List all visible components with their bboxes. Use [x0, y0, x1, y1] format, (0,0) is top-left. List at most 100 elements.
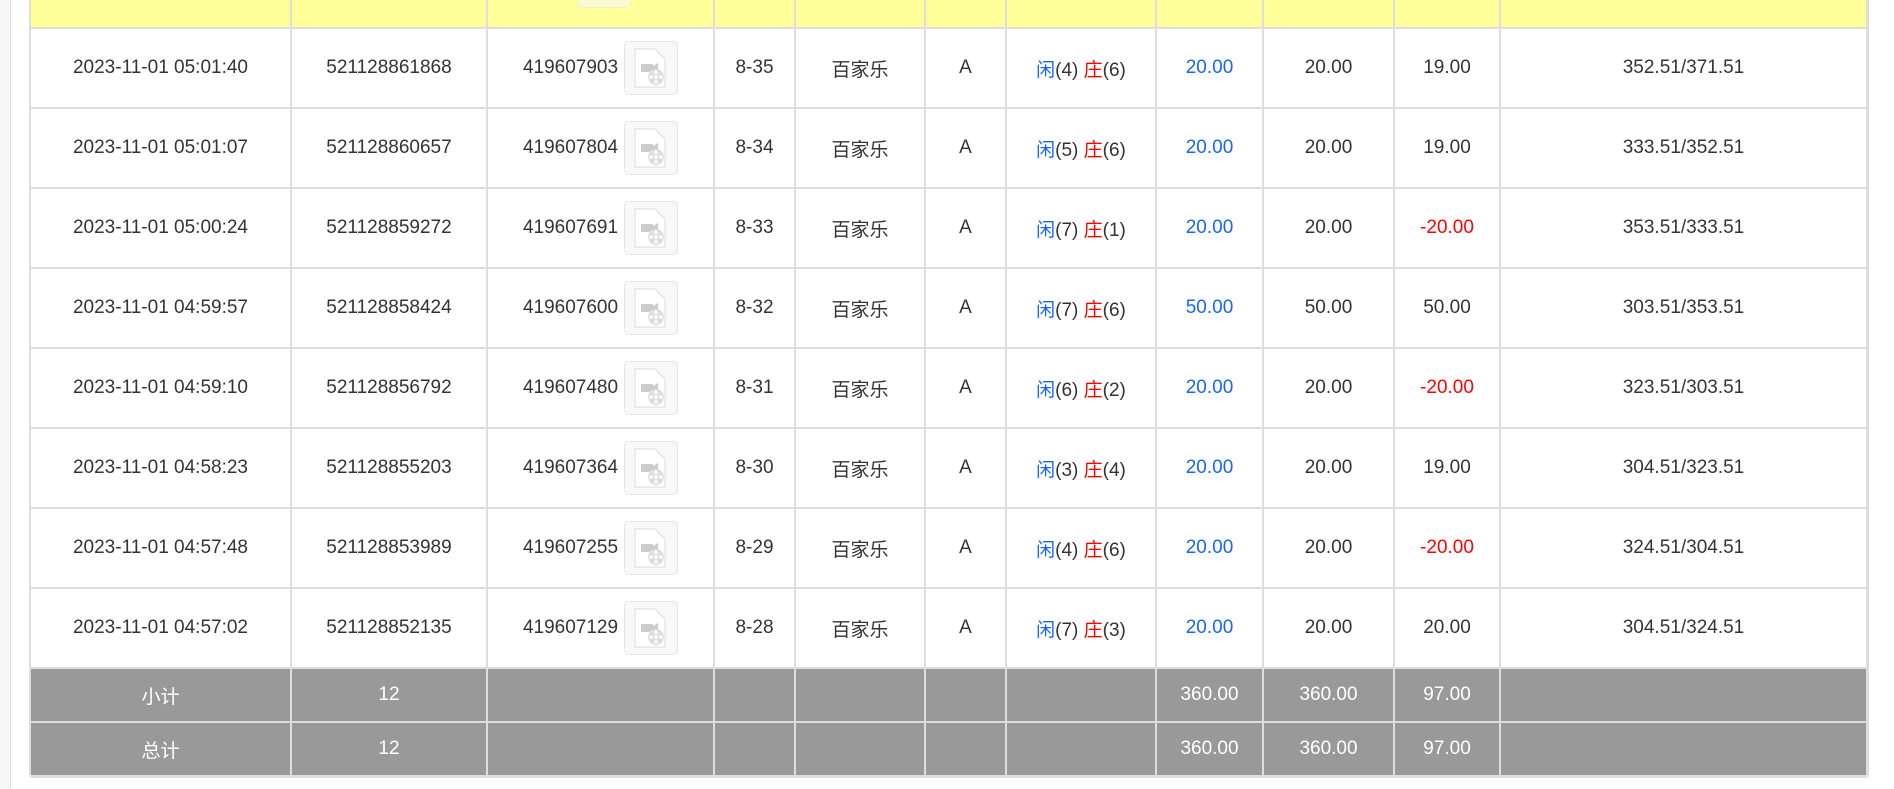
table-row: 2023-11-01 04:57:02 521128852135 4196071…: [29, 587, 1868, 669]
bet-time: 2023-11-01 05:01:40: [29, 27, 292, 109]
table-row: 2023-11-01 05:01:40 521128861868 4196079…: [29, 27, 1868, 109]
bet-records-table-container: 2023-11-01 05:01:40 521128861868 4196079…: [29, 0, 1869, 778]
banker-label: 庄: [1083, 59, 1103, 81]
bet-amount: 20.00: [1155, 587, 1264, 669]
result: 闲(3) 庄(4): [1005, 427, 1157, 509]
player-points: (7): [1055, 219, 1079, 241]
banker-label: 庄: [1083, 379, 1103, 401]
player-points: (4): [1055, 59, 1079, 81]
subtotal-valid: 360.00: [1262, 667, 1395, 723]
empty-cell: [1005, 667, 1157, 723]
balance-change: 333.51/352.51: [1499, 107, 1868, 189]
result: 闲(4) 庄(6): [1005, 507, 1157, 589]
player-points: (7): [1055, 619, 1079, 641]
video-replay-icon[interactable]: [624, 121, 679, 175]
bet-records-table: 2023-11-01 05:01:40 521128861868 4196079…: [29, 0, 1868, 777]
banker-label: 庄: [1083, 299, 1103, 321]
banker-points: (3): [1102, 619, 1126, 641]
game-name: 百家乐: [794, 507, 926, 589]
round-id-cell: 419607691: [486, 187, 715, 269]
bet-id: 521128853989: [290, 507, 488, 589]
banker-label: 庄: [1083, 539, 1103, 561]
game-name: 百家乐: [794, 187, 926, 269]
round-id-cell: 419607255: [486, 507, 715, 589]
total-valid: 360.00: [1262, 721, 1395, 777]
empty-cell: [794, 721, 926, 777]
empty-cell: [713, 667, 796, 723]
valid-bet: 20.00: [1262, 507, 1395, 589]
game-name: 百家乐: [794, 427, 926, 509]
game-name: 百家乐: [794, 347, 926, 429]
result: 闲(7) 庄(1): [1005, 187, 1157, 269]
shoe-round: 8-30: [713, 427, 796, 509]
video-replay-icon[interactable]: [624, 601, 679, 655]
bet-time: 2023-11-01 04:58:23: [29, 427, 292, 509]
subtotal-row: 小计 12 360.00 360.00 97.00: [29, 667, 1868, 723]
player-points: (6): [1055, 379, 1079, 401]
player-label: 闲: [1036, 379, 1056, 401]
round-id-cell: 419607480: [486, 347, 715, 429]
win-loss: -20.00: [1393, 187, 1501, 269]
table-name: A: [924, 187, 1007, 269]
empty-cell: [1499, 667, 1868, 723]
bet-id: 521128860657: [290, 107, 488, 189]
empty-cell: [713, 721, 796, 777]
balance-change: 324.51/304.51: [1499, 507, 1868, 589]
total-count: 12: [290, 721, 488, 777]
bet-id: 521128861868: [290, 27, 488, 109]
video-replay-icon[interactable]: [624, 281, 679, 335]
banker-points: (2): [1102, 379, 1126, 401]
highlighted-row-partial: [29, 0, 1868, 29]
balance-change: 323.51/303.51: [1499, 347, 1868, 429]
table-row: 2023-11-01 04:59:57 521128858424 4196076…: [29, 267, 1868, 349]
player-points: (5): [1055, 139, 1079, 161]
banker-points: (6): [1102, 139, 1126, 161]
bet-amount: 20.00: [1155, 27, 1264, 109]
empty-cell: [1005, 721, 1157, 777]
subtotal-bet: 360.00: [1155, 667, 1264, 723]
bet-time: 2023-11-01 04:59:10: [29, 347, 292, 429]
player-label: 闲: [1036, 59, 1056, 81]
shoe-round: 8-28: [713, 587, 796, 669]
empty-cell: [924, 721, 1007, 777]
bet-amount: 50.00: [1155, 267, 1264, 349]
shoe-round: 8-32: [713, 267, 796, 349]
round-id: 419607364: [522, 457, 619, 479]
bet-time: 2023-11-01 04:57:48: [29, 507, 292, 589]
table-name: A: [924, 427, 1007, 509]
banker-points: (6): [1102, 59, 1126, 81]
win-loss: -20.00: [1393, 347, 1501, 429]
round-id: 419607129: [522, 617, 619, 639]
video-replay-icon[interactable]: [624, 201, 679, 255]
video-replay-icon[interactable]: [576, 0, 631, 8]
video-replay-icon[interactable]: [624, 361, 679, 415]
total-label: 总计: [29, 721, 292, 777]
page-left-edge: [0, 0, 11, 789]
balance-change: 303.51/353.51: [1499, 267, 1868, 349]
table-row: 2023-11-01 05:00:24 521128859272 4196076…: [29, 187, 1868, 269]
video-replay-icon[interactable]: [624, 41, 679, 95]
video-replay-icon[interactable]: [624, 521, 679, 575]
round-id: 419607255: [522, 537, 619, 559]
bet-time: 2023-11-01 04:57:02: [29, 587, 292, 669]
video-replay-icon[interactable]: [624, 441, 679, 495]
round-id-cell: 419607903: [486, 27, 715, 109]
shoe-round: 8-31: [713, 347, 796, 429]
result: 闲(6) 庄(2): [1005, 347, 1157, 429]
player-points: (7): [1055, 299, 1079, 321]
player-label: 闲: [1036, 539, 1056, 561]
game-name: 百家乐: [794, 27, 926, 109]
bet-amount: 20.00: [1155, 427, 1264, 509]
table-name: A: [924, 27, 1007, 109]
shoe-round: 8-34: [713, 107, 796, 189]
subtotal-win: 97.00: [1393, 667, 1501, 723]
player-label: 闲: [1036, 619, 1056, 641]
bet-time: 2023-11-01 05:00:24: [29, 187, 292, 269]
banker-points: (6): [1102, 299, 1126, 321]
bet-id: 521128856792: [290, 347, 488, 429]
bet-id: 521128858424: [290, 267, 488, 349]
subtotal-label: 小计: [29, 667, 292, 723]
round-id-cell: 419607364: [486, 427, 715, 509]
player-label: 闲: [1036, 299, 1056, 321]
result: 闲(7) 庄(6): [1005, 267, 1157, 349]
